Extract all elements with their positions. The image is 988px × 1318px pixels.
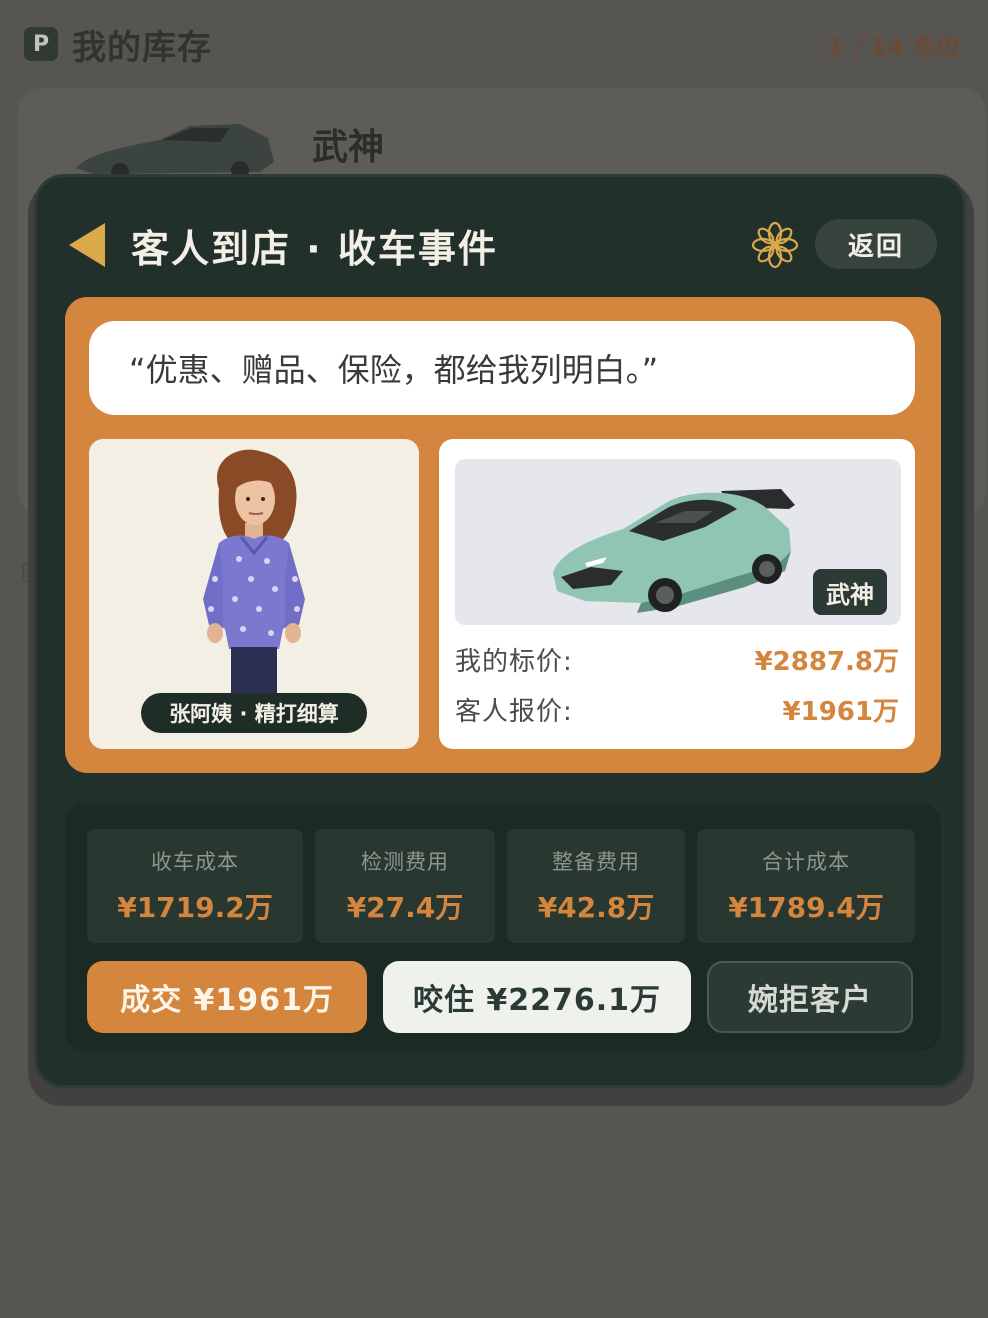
car-card: 武神 我的标价: ¥2887.8万 客人报价: ¥1961万 — [439, 439, 915, 749]
inventory-car-thumbnail — [76, 124, 274, 181]
counter-offer-button[interactable]: 咬住 ¥2276.1万 — [383, 961, 691, 1033]
modal-title: 客人到店 · 收车事件 — [131, 226, 498, 271]
customer-offer-value: ¥1961万 — [782, 696, 899, 727]
cost-inspection: 检测费用 ¥27.4万 — [315, 829, 495, 943]
modal-header: 客人到店 · 收车事件 返回 — [67, 217, 937, 273]
inventory-header: P 我的库存 1 / 14 车位 — [24, 22, 960, 68]
return-button[interactable]: 返回 — [815, 219, 937, 269]
parking-icon: P — [24, 27, 58, 61]
car-name-badge: 武神 — [813, 569, 887, 615]
inventory-title: 我的库存 — [72, 27, 212, 68]
my-price-row: 我的标价: ¥2887.8万 — [455, 639, 899, 679]
flower-icon — [751, 221, 799, 269]
cost-label: 合计成本 — [762, 850, 850, 874]
customer-offer-label: 客人报价: — [455, 696, 573, 727]
back-arrow-icon[interactable] — [67, 221, 107, 269]
customer-offer-row: 客人报价: ¥1961万 — [455, 689, 899, 729]
inventory-car-name: 武神 — [312, 127, 385, 168]
car-image: 武神 — [455, 459, 901, 625]
cost-label: 检测费用 — [361, 850, 449, 874]
slot-count: 1 / 14 车位 — [828, 32, 960, 61]
accept-deal-button[interactable]: 成交 ¥1961万 — [87, 961, 367, 1033]
event-panel: “优惠、赠品、保险，都给我列明白。” 张阿姨 · 精打细算 武神 我的标价: ¥… — [65, 297, 941, 773]
purchase-event-modal: 客人到店 · 收车事件 返回 “优惠、赠品、保险，都给我列明白。” 张阿姨 · … — [34, 174, 966, 1088]
cost-value: ¥1789.4万 — [728, 891, 884, 924]
cost-preparation: 整备费用 ¥42.8万 — [507, 829, 685, 943]
my-price-label: 我的标价: — [455, 646, 573, 677]
cost-panel: 收车成本 ¥1719.2万 检测费用 ¥27.4万 整备费用 ¥42.8万 合计… — [65, 803, 941, 1051]
customer-card: 张阿姨 · 精打细算 — [89, 439, 419, 749]
cost-value: ¥27.4万 — [346, 891, 464, 924]
reject-customer-button[interactable]: 婉拒客户 — [707, 961, 913, 1033]
cost-total: 合计成本 ¥1789.4万 — [697, 829, 915, 943]
cost-value: ¥42.8万 — [537, 891, 655, 924]
customer-tag: 张阿姨 · 精打细算 — [141, 693, 367, 733]
my-price-value: ¥2887.8万 — [754, 646, 899, 677]
cost-label: 整备费用 — [552, 850, 640, 874]
cost-label: 收车成本 — [151, 850, 239, 874]
car-illustration — [553, 489, 795, 613]
cost-value: ¥1719.2万 — [117, 891, 273, 924]
cost-acquisition: 收车成本 ¥1719.2万 — [87, 829, 303, 943]
customer-quote: “优惠、赠品、保险，都给我列明白。” — [89, 321, 915, 415]
customer-portrait — [203, 449, 305, 699]
